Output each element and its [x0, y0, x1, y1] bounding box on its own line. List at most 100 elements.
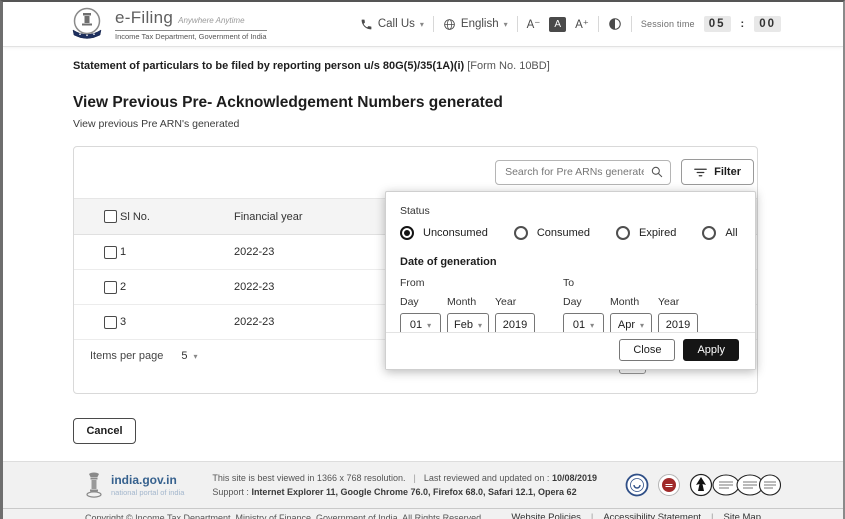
chevron-down-icon: ▾	[477, 320, 482, 330]
items-per-page-value: 5	[181, 350, 188, 362]
certification-badges	[625, 473, 781, 497]
radio-label: Unconsumed	[423, 227, 488, 239]
font-size-default-button[interactable]: A	[549, 16, 567, 32]
session-time-label: Session time	[640, 19, 695, 29]
close-button[interactable]: Close	[619, 339, 676, 361]
radio-icon	[702, 226, 717, 240]
phone-icon	[361, 19, 372, 29]
brand-tagline: Anywhere Anytime	[178, 15, 245, 25]
date-range-row: From Day 01 ▾ Month Feb ▾ Year 2019 To D…	[400, 277, 741, 337]
radio-option-all[interactable]: All	[702, 226, 738, 240]
to-year-value: 2019	[665, 319, 691, 331]
cell-sl-no: 1	[120, 246, 127, 258]
globe-icon	[444, 18, 455, 30]
row-checkbox[interactable]	[104, 315, 117, 329]
search-icon	[651, 166, 663, 177]
divider: |	[711, 512, 714, 519]
chevron-down-icon: ▾	[427, 320, 432, 330]
month-label: Month	[447, 296, 477, 308]
month-label: Month	[610, 296, 640, 308]
chevron-down-icon: ▾	[590, 320, 595, 330]
divider	[597, 16, 599, 32]
filter-panel: Status Unconsumed Consumed Expired All D…	[385, 191, 756, 370]
from-day-value: 01	[409, 319, 423, 331]
radio-option-unconsumed[interactable]: Unconsumed	[400, 226, 488, 240]
row-checkbox[interactable]	[104, 245, 117, 259]
from-label: From	[400, 277, 425, 289]
chevron-down-icon: ▾	[193, 351, 198, 361]
contrast-toggle-icon[interactable]	[608, 17, 622, 31]
date-of-generation-label: Date of generation	[400, 256, 497, 268]
from-month-value: Feb	[454, 319, 473, 331]
radio-icon	[513, 226, 528, 240]
top-bar: e-Filing Anywhere Anytime Income Tax Dep…	[3, 2, 843, 47]
session-minutes: 05	[703, 16, 731, 32]
portal-tagline: national portal of india	[111, 488, 185, 497]
radio-selected-icon	[400, 226, 414, 240]
call-us-label: Call Us	[377, 18, 415, 30]
footer: india.gov.in national portal of india Th…	[3, 461, 843, 508]
copyright-bar: Copyright © Income Tax Department, Minis…	[3, 508, 843, 519]
india-gov-portal-link[interactable]: india.gov.in national portal of india	[85, 472, 184, 498]
best-viewed-text: This site is best viewed in 1366 x 768 r…	[212, 473, 406, 483]
filter-label: Filter	[714, 166, 741, 178]
chevron-down-icon: ▾	[640, 320, 645, 330]
divider	[432, 16, 434, 32]
divider: |	[413, 473, 416, 483]
accessibility-statement-link[interactable]: Accessibility Statement	[603, 512, 701, 519]
certification-badge-blue-icon	[625, 473, 649, 497]
top-bar-controls: Call Us ▾ English ▾ A⁻ A A⁺ Session time…	[360, 16, 781, 32]
search-box	[495, 159, 672, 185]
divider	[630, 16, 632, 32]
row-checkbox[interactable]	[104, 280, 117, 294]
session-separator: :	[740, 18, 745, 30]
brand-subtitle: Income Tax Department, Government of Ind…	[115, 29, 267, 41]
chevron-down-icon: ▾	[419, 19, 424, 29]
radio-label: Consumed	[536, 227, 591, 239]
efiling-logo[interactable]: e-Filing Anywhere Anytime Income Tax Dep…	[67, 6, 267, 42]
supported-browsers: Internet Explorer 11, Google Chrome 76.0…	[251, 487, 577, 497]
radio-option-consumed[interactable]: Consumed	[513, 226, 591, 240]
apply-button[interactable]: Apply	[683, 339, 739, 361]
search-input[interactable]	[495, 159, 672, 185]
status-radio-group: Unconsumed Consumed Expired All	[400, 226, 741, 240]
column-header-sl-no: Sl No.	[120, 210, 150, 223]
support-label: Support :	[212, 487, 249, 497]
divider	[516, 16, 518, 32]
from-year-value: 2019	[502, 319, 528, 331]
items-per-page-label: Items per page	[90, 350, 164, 362]
portal-name[interactable]: india.gov.in	[111, 473, 184, 487]
select-all-checkbox[interactable]	[104, 210, 117, 223]
call-us-menu[interactable]: Call Us ▾	[360, 18, 424, 31]
font-size-increase-button[interactable]: A⁺	[575, 17, 589, 31]
site-map-link[interactable]: Site Map	[724, 512, 762, 519]
session-seconds: 00	[754, 16, 781, 32]
day-label: Day	[400, 296, 419, 308]
radio-label: All	[725, 227, 738, 239]
to-month-value: Apr	[617, 319, 636, 331]
filter-button[interactable]: Filter	[681, 159, 754, 185]
filter-panel-footer: Close Apply	[386, 332, 755, 369]
from-group: From Day 01 ▾ Month Feb ▾ Year 2019	[400, 277, 535, 337]
chevron-down-icon: ▾	[503, 19, 508, 29]
footer-info: This site is best viewed in 1366 x 768 r…	[212, 471, 597, 499]
items-per-page-select[interactable]: 5 ▾	[181, 350, 197, 362]
to-day-value: 01	[572, 319, 586, 331]
page-subtitle: View previous Pre ARN's generated	[73, 118, 240, 130]
filter-panel-body: Status Unconsumed Consumed Expired All D…	[386, 192, 755, 337]
efiling-page: e-Filing Anywhere Anytime Income Tax Dep…	[0, 0, 845, 519]
to-group: To Day 01 ▾ Month Apr ▾ Year 2019	[563, 277, 698, 337]
main-content: Statement of particulars to be filed by …	[3, 60, 843, 461]
cancel-button[interactable]: Cancel	[73, 418, 136, 444]
brand-name: e-Filing	[115, 7, 174, 27]
font-size-decrease-button[interactable]: A⁻	[527, 17, 541, 31]
copyright-text: Copyright © Income Tax Department, Minis…	[85, 512, 482, 519]
website-policies-link[interactable]: Website Policies	[511, 512, 581, 519]
year-label: Year	[658, 296, 680, 308]
language-menu[interactable]: English ▾	[443, 18, 508, 31]
to-label: To	[563, 277, 575, 289]
radio-option-expired[interactable]: Expired	[616, 226, 676, 240]
iso-certification-seals-icon	[689, 473, 781, 497]
last-reviewed-label: Last reviewed and updated on :	[423, 473, 550, 483]
statement-line: Statement of particulars to be filed by …	[73, 60, 843, 72]
